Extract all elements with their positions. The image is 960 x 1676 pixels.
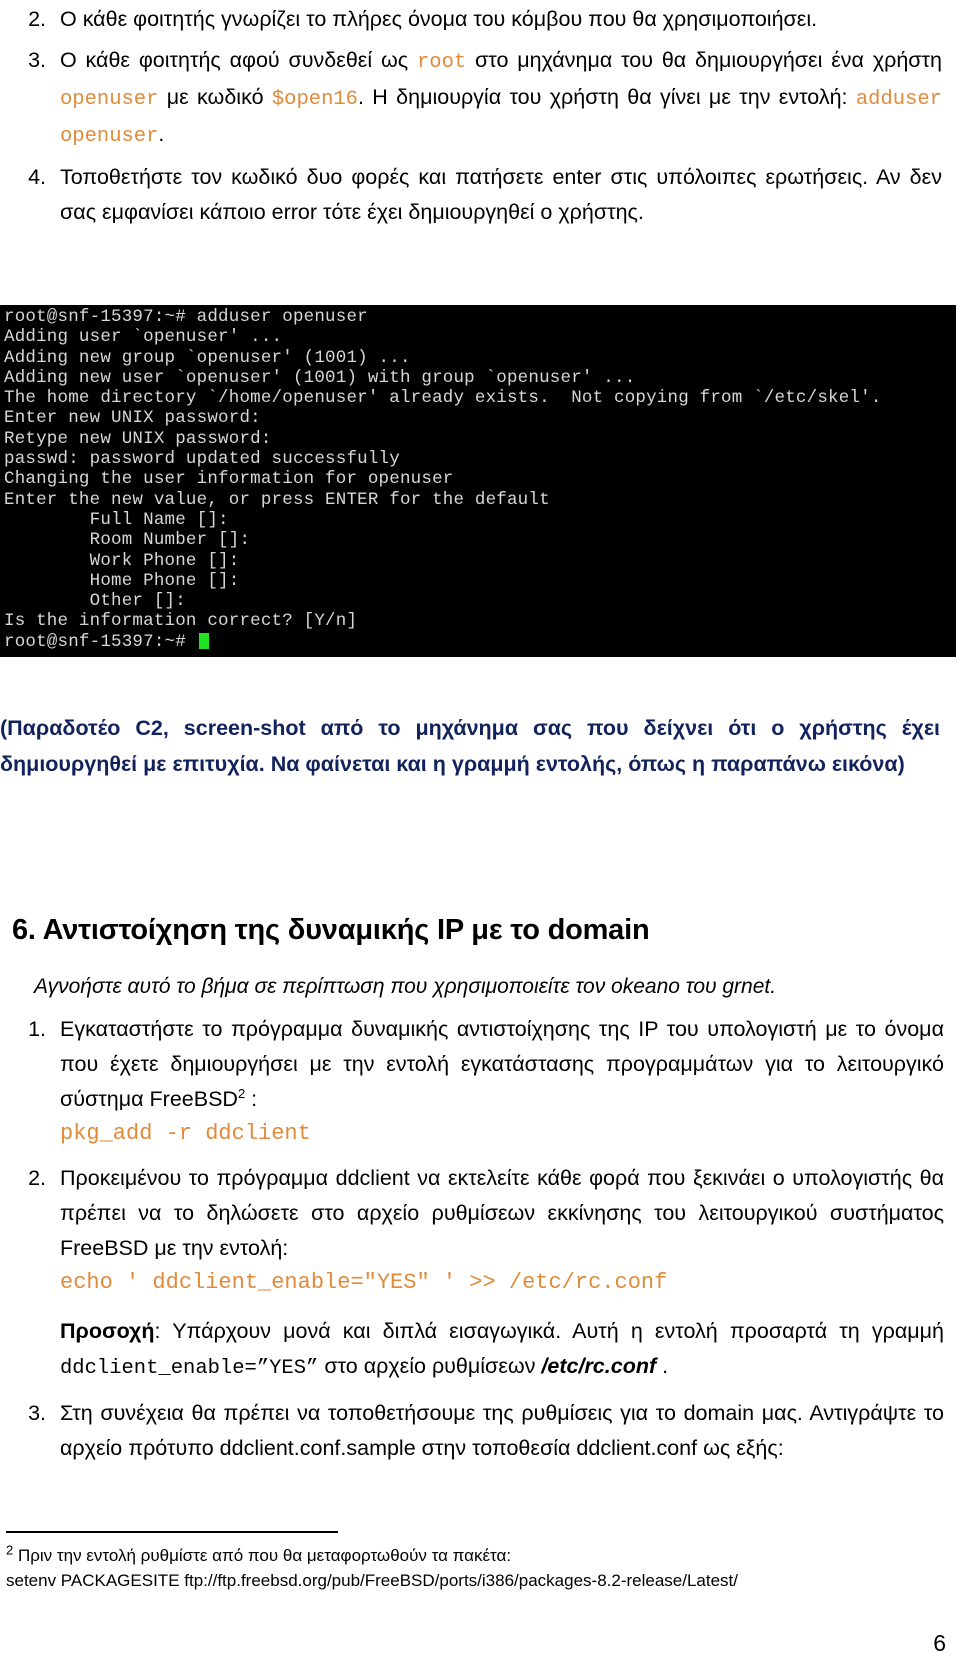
inline-command: $open16 xyxy=(271,88,358,111)
command-block: echo ' ddclient_enable="YES" ' >> /etc/r… xyxy=(60,1270,668,1295)
text-run: Ο κάθε φοιτητής αφού συνδεθεί ως xyxy=(60,48,417,72)
text-run: στο αρχείο ρυθμίσεων xyxy=(318,1354,542,1378)
text-run: . xyxy=(656,1354,669,1378)
text-run: . Η δημιουργία του χρήστη θα γίνει με τη… xyxy=(357,85,856,109)
list-item-text: Τοποθετήστε τον κωδικό δυο φορές και πατ… xyxy=(60,160,942,230)
list-item-text: Στη συνέχεια θα πρέπει να τοποθετήσουμε … xyxy=(60,1396,944,1466)
inline-config-line: ddclient_enable=”YES” xyxy=(60,1357,319,1380)
section-6-steps-list: 1. Εγκαταστήστε το πρόγραμμα δυναμικής αν… xyxy=(14,1012,944,1476)
footnote-separator xyxy=(6,1531,338,1533)
terminal-screenshot: root@snf-15397:~# adduser openuser Addin… xyxy=(0,305,956,657)
terminal-lines: root@snf-15397:~# adduser openuser Addin… xyxy=(4,307,882,632)
list-marker: 3. xyxy=(28,1401,46,1425)
footnote: 2 Πριν την εντολή ρυθμίστε από που θα με… xyxy=(6,1543,936,1593)
list-marker: 2. xyxy=(28,7,46,31)
text-run: στο μηχάνημα του θα δημιουργήσει ένα χρή… xyxy=(466,48,943,72)
list-marker: 4. xyxy=(28,165,46,189)
text-run: : Υπάρχουν μονά και διπλά εισαγωγικά. Αυ… xyxy=(154,1319,944,1343)
warning-note: Προσοχή: Υπάρχουν μονά και διπλά εισαγωγ… xyxy=(60,1314,944,1386)
list-item: 2. Προκειμένου το πρόγραμμα ddclient να ε… xyxy=(14,1161,944,1386)
text-run: : xyxy=(245,1087,258,1111)
footnote-line-1: Πριν την εντολή ρυθμίστε από που θα μετα… xyxy=(13,1546,512,1565)
list-marker: 1. xyxy=(28,1017,46,1041)
inline-command: openuser xyxy=(60,88,159,111)
section-6-italic-note: Αγνοήστε αυτό το βήμα σε περίπτωση που χ… xyxy=(34,975,777,998)
list-item: 4. Τοποθετήστε τον κωδικό δυο φορές και π… xyxy=(14,160,942,230)
text-run: Στη συνέχεια θα πρέπει να τοποθετήσουμε … xyxy=(60,1401,944,1460)
list-item-text: Εγκαταστήστε το πρόγραμμα δυναμικής αντι… xyxy=(60,1012,944,1151)
list-item: 3. Στη συνέχεια θα πρέπει να τοποθετήσουμ… xyxy=(14,1396,944,1466)
intro-numbered-list: 2. Ο κάθε φοιτητής γνωρίζει το πλήρες όνο… xyxy=(14,2,942,236)
page-number: 6 xyxy=(933,1630,946,1656)
list-marker: 2. xyxy=(28,1166,46,1190)
text-run: Προκειμένου το πρόγραμμα ddclient να εκτ… xyxy=(60,1166,944,1260)
inline-command: root xyxy=(416,51,467,74)
footnote-line-2: setenv PACKAGESITE ftp://ftp.freebsd.org… xyxy=(6,1571,739,1590)
text-run: Ο κάθε φοιτητής γνωρίζει το πλήρες όνομα… xyxy=(60,7,818,31)
list-item: 2. Ο κάθε φοιτητής γνωρίζει το πλήρες όνο… xyxy=(14,2,942,37)
text-run: Τοποθετήστε τον κωδικό δυο φορές και πατ… xyxy=(60,165,942,224)
list-item-text: Ο κάθε φοιτητής γνωρίζει το πλήρες όνομα… xyxy=(60,2,942,37)
section-6-heading: 6. Αντιστοίχηση της δυναμικής IP με το d… xyxy=(12,914,650,947)
text-run: με κωδικό xyxy=(158,85,272,109)
deliverable-note: (Παραδοτέο C2, screen-shot από το μηχάνη… xyxy=(0,715,940,776)
terminal-output: root@snf-15397:~# adduser openuser Addin… xyxy=(4,307,956,652)
text-run: . xyxy=(158,122,165,146)
text-run: Εγκαταστήστε το πρόγραμμα δυναμικής αντι… xyxy=(60,1017,944,1111)
list-marker: 3. xyxy=(28,48,46,72)
command-block: pkg_add -r ddclient xyxy=(60,1121,311,1146)
list-item: 3. Ο κάθε φοιτητής αφού συνδεθεί ως root … xyxy=(14,43,942,154)
emphasis-label: Προσοχή xyxy=(60,1319,155,1343)
file-path: /etc/rc.conf xyxy=(541,1354,657,1378)
terminal-cursor xyxy=(198,632,209,649)
list-item: 1. Εγκαταστήστε το πρόγραμμα δυναμικής αν… xyxy=(14,1012,944,1151)
document-page: 2. Ο κάθε φοιτητής γνωρίζει το πλήρες όνο… xyxy=(0,0,960,1676)
list-item-text: Προκειμένου το πρόγραμμα ddclient να εκτ… xyxy=(60,1161,944,1386)
list-item-text: Ο κάθε φοιτητής αφού συνδεθεί ως root στ… xyxy=(60,43,942,154)
terminal-prompt: root@snf-15397:~# xyxy=(4,631,197,652)
